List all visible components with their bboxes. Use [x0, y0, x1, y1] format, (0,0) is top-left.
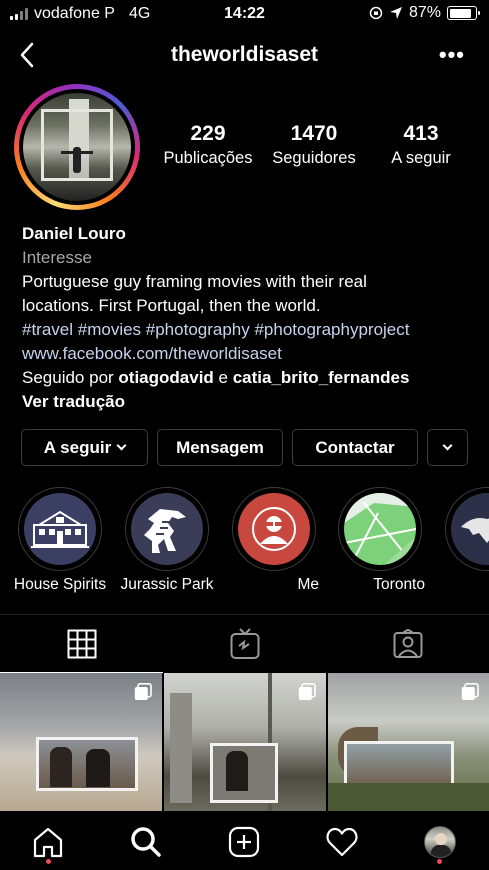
- stat-label: Seguidores: [272, 149, 356, 167]
- posts-grid: [0, 673, 489, 811]
- map-icon: [344, 493, 416, 565]
- post-thumbnail[interactable]: [0, 673, 162, 811]
- followed-by-joiner: e: [213, 368, 233, 387]
- followers-count[interactable]: 1470 Seguidores: [260, 122, 368, 168]
- stat-value: 413: [403, 122, 439, 145]
- profile-tabs: [0, 614, 489, 673]
- following-button[interactable]: A seguir: [21, 429, 148, 466]
- post-thumbnail[interactable]: [164, 673, 326, 811]
- notification-dot: [437, 859, 442, 864]
- see-translation-link[interactable]: Ver tradução: [22, 390, 482, 414]
- more-horizontal-icon[interactable]: •••: [439, 42, 465, 68]
- post-thumbnail[interactable]: [328, 673, 489, 811]
- tab-igtv[interactable]: [163, 615, 326, 673]
- profile-username: theworldisaset: [170, 43, 319, 66]
- tab-grid[interactable]: [0, 615, 163, 673]
- profile-stats: 229 Publicações 1470 Seguidores 413 A se…: [156, 122, 474, 168]
- bio-text-line: locations. First Portugal, then the worl…: [22, 296, 321, 315]
- followed-by-user[interactable]: catia_brito_fernandes: [233, 368, 410, 387]
- followed-by: Seguido por otiagodavid e catia_brito_fe…: [22, 366, 482, 390]
- bio-website-link[interactable]: www.facebook.com/theworldisaset: [22, 342, 482, 366]
- profile-avatar-icon: [424, 826, 456, 858]
- nav-profile[interactable]: [420, 822, 460, 862]
- plus-square-icon: [228, 826, 260, 858]
- nav-home[interactable]: [28, 822, 68, 862]
- person-icon: [238, 493, 310, 565]
- nav-activity[interactable]: [322, 822, 362, 862]
- stat-value: 229: [190, 122, 226, 145]
- grid-icon: [67, 629, 96, 658]
- following-count[interactable]: 413 A seguir: [368, 122, 474, 168]
- followed-by-prefix: Seguido por: [22, 368, 119, 387]
- highlight-label: Me: [297, 576, 319, 593]
- home-icon: [33, 827, 63, 858]
- followed-by-user[interactable]: otiagodavid: [118, 368, 213, 387]
- multiple-photos-icon: [461, 683, 479, 700]
- battery-icon: [447, 6, 480, 20]
- nav-create[interactable]: [224, 822, 264, 862]
- location-icon: [389, 7, 402, 19]
- multiple-photos-icon: [134, 683, 152, 700]
- highlight-label: Toronto: [373, 576, 425, 593]
- contact-button[interactable]: Contactar: [292, 429, 418, 466]
- profile-category: Interesse: [22, 248, 92, 267]
- highlight-house-spirits[interactable]: House Spirits: [13, 487, 107, 594]
- avatar: [23, 93, 131, 201]
- highlight-jurassic-park[interactable]: Jurassic Park: [120, 487, 214, 594]
- profile-actions: A seguir Mensagem Contactar: [21, 429, 468, 466]
- batman-superman-icon: [451, 493, 489, 565]
- following-button-label: A seguir: [43, 437, 112, 457]
- posts-count[interactable]: 229 Publicações: [156, 122, 260, 168]
- message-button[interactable]: Mensagem: [157, 429, 283, 466]
- bio-text-line: Portuguese guy framing movies with their…: [22, 272, 367, 291]
- highlight-toronto[interactable]: Toronto: [335, 487, 425, 594]
- highlight-label: House Spirits: [13, 576, 107, 593]
- chevron-down-icon: [442, 440, 453, 450]
- search-icon: [131, 827, 161, 857]
- notification-dot: [46, 859, 51, 864]
- tab-tagged[interactable]: [326, 615, 489, 673]
- tv-icon: [230, 628, 259, 659]
- profile-header: theworldisaset •••: [0, 36, 489, 76]
- highlight-d[interactable]: D: [442, 487, 489, 594]
- suggested-accounts-button[interactable]: [427, 429, 468, 466]
- heart-icon: [326, 827, 358, 857]
- stat-label: Publicações: [163, 149, 253, 167]
- house-icon: [24, 493, 96, 565]
- story-highlights: House Spirits Jurassic Park Me Toronto: [0, 487, 489, 597]
- highlight-me[interactable]: Me: [229, 487, 319, 594]
- bio-hashtags[interactable]: #travel #movies #photography #photograph…: [22, 318, 482, 342]
- nav-search[interactable]: [126, 822, 166, 862]
- battery-percent: 87%: [408, 4, 441, 21]
- profile-full-name: Daniel Louro: [22, 224, 126, 243]
- highlight-label: Jurassic Park: [120, 576, 214, 593]
- dinosaur-skeleton-icon: [131, 493, 203, 565]
- multiple-photos-icon: [298, 683, 316, 700]
- tagged-person-icon: [393, 629, 422, 658]
- chevron-down-icon: [116, 440, 127, 450]
- bottom-navigation: [0, 812, 489, 870]
- profile-bio: Daniel Louro Interesse Portuguese guy fr…: [22, 222, 482, 414]
- stat-value: 1470: [290, 122, 338, 145]
- profile-avatar-story-ring[interactable]: [14, 84, 140, 210]
- stat-label: A seguir: [391, 149, 451, 167]
- status-bar: vodafone P 4G 14:22 87%: [0, 0, 489, 28]
- rotation-lock-icon: [369, 6, 383, 20]
- status-right: 87%: [369, 4, 480, 22]
